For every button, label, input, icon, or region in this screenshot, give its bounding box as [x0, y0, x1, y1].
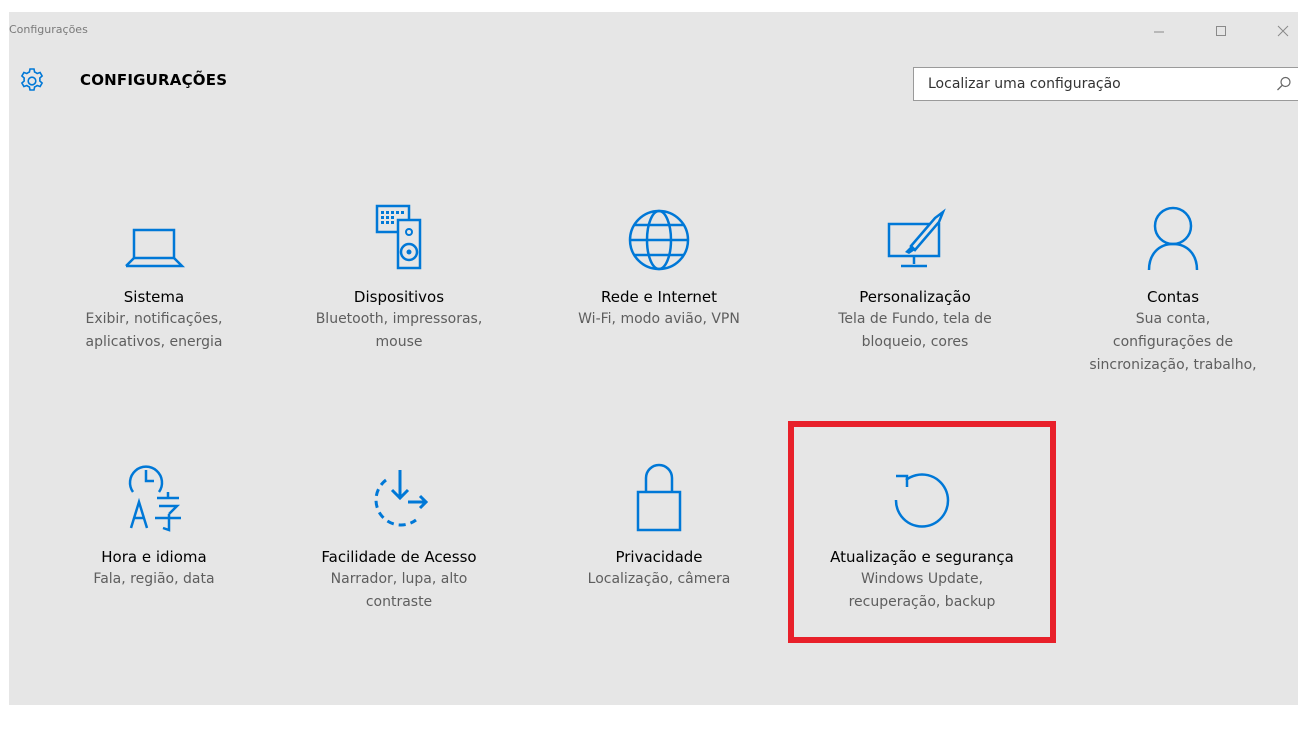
tile-name: Privacidade: [615, 548, 703, 566]
tile-privacidade[interactable]: Privacidade Localização, câmera: [544, 460, 774, 591]
window-title: Configurações: [9, 23, 88, 36]
search-box[interactable]: [913, 67, 1298, 101]
tile-desc: Localização, câmera: [587, 571, 731, 587]
tile-desc: Narrador, lupa, alto contraste: [330, 571, 468, 610]
tile-desc: Fala, região, data: [93, 571, 215, 587]
tile-name: Personalização: [859, 288, 971, 306]
tile-name: Contas: [1146, 288, 1200, 306]
tile-personalizacao[interactable]: Personalização Tela de Fundo, tela de blo…: [800, 200, 1030, 354]
tile-desc: Windows Update, recuperação, backup: [848, 571, 996, 610]
personalization-icon: [887, 208, 946, 268]
tile-name: Rede e Internet: [600, 288, 718, 306]
tile-name: Facilidade de Acesso: [321, 548, 477, 566]
update-icon: [894, 473, 950, 528]
tile-contas[interactable]: Contas Sua conta, configurações de sincron…: [1058, 200, 1288, 377]
tile-desc: Exibir, notificações, aplicativos, energi…: [85, 311, 223, 350]
gear-icon: [20, 68, 44, 91]
title-bar: Configurações: [9, 12, 1298, 50]
tile-sistema[interactable]: Sistema Exibir, notificações, aplicativos…: [39, 200, 269, 354]
tile-facilidade-de-acesso[interactable]: Facilidade de Acesso Narrador, lupa, alt…: [284, 460, 514, 614]
laptop-icon: [125, 228, 186, 268]
maximize-icon: [1216, 26, 1226, 36]
tile-desc: Bluetooth, impressoras, mouse: [315, 311, 483, 350]
search-input[interactable]: [914, 68, 1273, 100]
devices-icon: [375, 204, 422, 270]
tile-name: Hora e idioma: [101, 548, 207, 566]
settings-window: Configurações CONFIGURAÇÕES Localizar um…: [9, 12, 1298, 705]
lock-icon: [636, 463, 682, 532]
page-title: CONFIGURAÇÕES: [80, 71, 228, 89]
tile-hora-e-idioma[interactable]: Hora e idioma Fala, região, data: [39, 460, 269, 591]
tile-rede-e-internet[interactable]: Rede e Internet Wi-Fi, modo avião, VPN: [544, 200, 774, 331]
account-icon: [1147, 206, 1199, 271]
tile-dispositivos[interactable]: Dispositivos Bluetooth, impressoras, mous…: [284, 200, 514, 354]
maximize-button[interactable]: [1203, 18, 1239, 44]
minimize-button[interactable]: [1141, 18, 1177, 44]
minimize-icon: [1154, 31, 1164, 33]
tile-desc: Sua conta, configurações de sincronização,…: [1089, 311, 1257, 373]
time-language-icon: [128, 465, 181, 532]
tile-name: Dispositivos: [353, 288, 445, 306]
tile-desc: Tela de Fundo, tela de bloqueio, cores: [838, 311, 992, 350]
close-icon: [1277, 25, 1289, 37]
tile-desc: Wi-Fi, modo avião, VPN: [578, 311, 740, 327]
app-header: CONFIGURAÇÕES: [9, 67, 1298, 101]
globe-icon: [628, 209, 690, 271]
search-icon[interactable]: [1276, 76, 1292, 92]
ease-of-access-icon: [374, 470, 429, 527]
tile-name: Atualização e segurança: [830, 548, 1014, 566]
close-button[interactable]: [1265, 18, 1298, 44]
tile-atualizacao-e-seguranca[interactable]: Atualização e segurança Windows Update, r…: [807, 460, 1037, 614]
tile-name: Sistema: [123, 288, 185, 306]
